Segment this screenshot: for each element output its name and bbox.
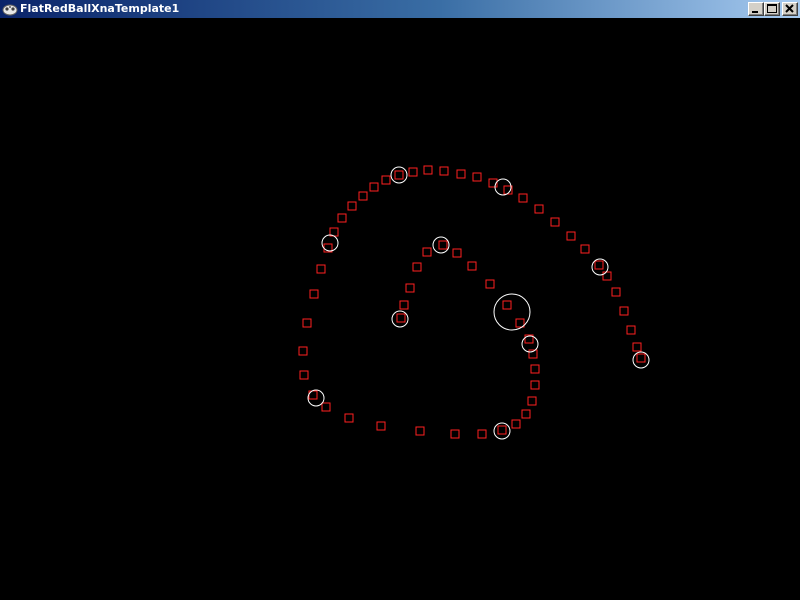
- red-square-sprite: [497, 425, 507, 435]
- title-bar[interactable]: FlatRedBallXnaTemplate1: [0, 0, 800, 18]
- red-square-sprite: [347, 201, 357, 211]
- red-square-sprite: [594, 260, 604, 270]
- red-square-sprite: [527, 396, 537, 406]
- red-square-sprite: [450, 429, 460, 439]
- red-square-sprite: [309, 289, 319, 299]
- window-title: FlatRedBallXnaTemplate1: [20, 2, 180, 15]
- red-square-sprite: [611, 287, 621, 297]
- red-square-sprite: [550, 217, 560, 227]
- game-viewport[interactable]: [0, 18, 800, 600]
- white-circle-shape: [390, 166, 408, 184]
- minimize-button[interactable]: [748, 2, 764, 16]
- red-square-sprite: [422, 247, 432, 257]
- red-square-sprite: [399, 300, 409, 310]
- red-square-sprite: [438, 240, 448, 250]
- red-square-sprite: [602, 271, 612, 281]
- red-square-sprite: [619, 306, 629, 316]
- red-square-sprite: [580, 244, 590, 254]
- red-square-sprite: [412, 262, 422, 272]
- red-square-sprite: [530, 380, 540, 390]
- red-square-sprite: [518, 193, 528, 203]
- white-circle-shape: [493, 293, 531, 331]
- red-square-sprite: [298, 346, 308, 356]
- red-square-sprite: [381, 175, 391, 185]
- white-circle-shape: [307, 389, 325, 407]
- red-square-sprite: [511, 419, 521, 429]
- red-square-sprite: [566, 231, 576, 241]
- red-square-sprite: [321, 402, 331, 412]
- red-square-sprite: [534, 204, 544, 214]
- minimize-icon: [752, 11, 758, 13]
- red-square-sprite: [396, 313, 406, 323]
- red-square-sprite: [521, 409, 531, 419]
- red-square-sprite: [467, 261, 477, 271]
- red-square-sprite: [344, 413, 354, 423]
- red-square-sprite: [439, 166, 449, 176]
- scene-canvas: [298, 165, 650, 440]
- red-square-sprite: [394, 170, 404, 180]
- xna-gamepad-icon[interactable]: [2, 1, 18, 17]
- red-square-sprite: [302, 318, 312, 328]
- red-square-sprite: [626, 325, 636, 335]
- white-circle-shape: [391, 310, 409, 328]
- red-square-sprite: [456, 169, 466, 179]
- close-icon: [785, 4, 794, 13]
- red-square-sprite: [408, 167, 418, 177]
- red-square-sprite: [299, 370, 309, 380]
- red-square-sprite: [376, 421, 386, 431]
- red-square-sprite: [485, 279, 495, 289]
- red-square-sprite: [452, 248, 462, 258]
- red-square-sprite: [415, 426, 425, 436]
- close-button[interactable]: [782, 2, 798, 16]
- red-square-sprite: [337, 213, 347, 223]
- red-square-sprite: [632, 342, 642, 352]
- maximize-button[interactable]: [764, 2, 780, 16]
- red-square-sprite: [423, 165, 433, 175]
- white-circle-shape: [493, 422, 511, 440]
- game-window: FlatRedBallXnaTemplate1: [0, 0, 800, 600]
- red-square-sprite: [636, 353, 646, 363]
- red-square-sprite: [358, 191, 368, 201]
- red-square-sprite: [405, 283, 415, 293]
- red-square-sprite: [530, 364, 540, 374]
- red-square-sprite: [502, 300, 512, 310]
- maximize-icon: [767, 4, 777, 13]
- red-square-sprite: [477, 429, 487, 439]
- white-circle-shape: [321, 234, 339, 252]
- red-square-sprite: [316, 264, 326, 274]
- red-square-sprite: [472, 172, 482, 182]
- red-square-sprite: [369, 182, 379, 192]
